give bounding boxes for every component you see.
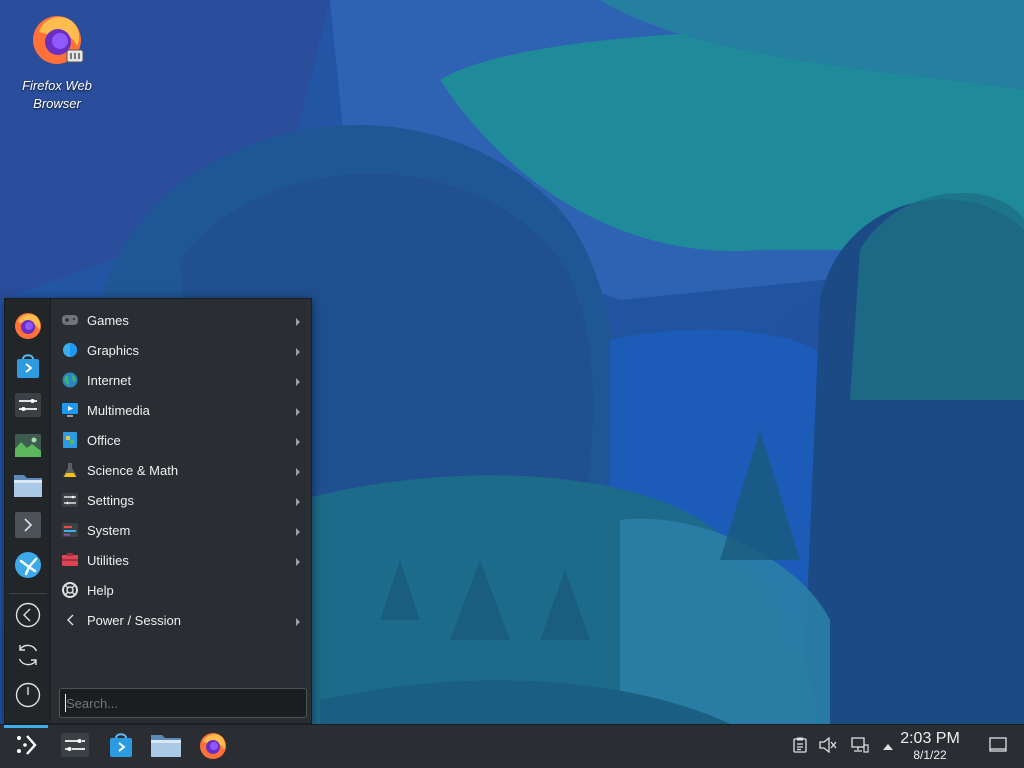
terminal-icon — [14, 511, 42, 544]
chevron-right-icon — [295, 375, 301, 390]
category-system[interactable]: System — [55, 515, 309, 545]
favorite-discover[interactable] — [12, 352, 44, 384]
favorite-kde-connect[interactable] — [12, 551, 44, 583]
clock-time: 2:03 PM — [900, 730, 960, 747]
chevron-right-icon — [295, 615, 301, 630]
show-desktop-button[interactable] — [978, 725, 1018, 768]
games-icon — [62, 312, 78, 328]
chevron-right-icon — [295, 435, 301, 450]
task-firefox[interactable] — [192, 725, 234, 768]
category-graphics[interactable]: Graphics — [55, 335, 309, 365]
category-settings[interactable]: Settings — [55, 485, 309, 515]
office-icon — [62, 432, 78, 448]
folder-icon — [13, 471, 43, 504]
desktop-icon-firefox[interactable]: Firefox Web Browser — [14, 8, 100, 113]
category-label: Games — [87, 312, 129, 328]
chevron-right-icon — [295, 465, 301, 480]
category-power-session[interactable]: Power / Session — [55, 605, 309, 635]
category-games[interactable]: Games — [55, 305, 309, 335]
firefox-icon — [27, 8, 87, 73]
category-help[interactable]: Help — [55, 575, 309, 605]
show-desktop-icon — [989, 736, 1007, 758]
firefox-icon — [13, 310, 43, 345]
category-label: Science & Math — [87, 462, 179, 478]
taskbar-panel: 2:03 PM 8/1/22 — [0, 724, 1024, 768]
favorite-system-settings[interactable] — [12, 391, 44, 423]
category-label: Graphics — [87, 342, 140, 358]
system-icon — [62, 522, 78, 538]
category-utilities[interactable]: Utilities — [55, 545, 309, 575]
power-icon — [15, 682, 41, 713]
favorite-spectacle[interactable] — [12, 431, 44, 463]
favorites-sidebar — [5, 299, 51, 723]
discover-store-icon — [15, 352, 41, 385]
task-system-settings[interactable] — [54, 725, 96, 768]
chevron-right-icon — [295, 315, 301, 330]
desktop-icon-label-line1: Firefox Web — [22, 78, 92, 93]
favorite-konsole[interactable] — [12, 511, 44, 543]
graphics-icon — [62, 342, 78, 358]
favorite-firefox[interactable] — [12, 311, 44, 343]
category-multimedia[interactable]: Multimedia — [55, 395, 309, 425]
application-launcher-menu: Games Graphics Internet Multimedia Offic… — [4, 298, 312, 724]
image-viewer-icon — [14, 431, 42, 464]
digital-clock[interactable]: 2:03 PM 8/1/22 — [892, 729, 968, 763]
chevron-right-icon — [295, 555, 301, 570]
category-label: Power / Session — [87, 612, 181, 628]
category-label: Help — [87, 582, 114, 598]
logout-button[interactable] — [12, 601, 44, 633]
application-launcher-button[interactable] — [5, 725, 47, 768]
multimedia-icon — [62, 402, 78, 418]
network-icon — [851, 736, 869, 758]
task-discover[interactable] — [100, 725, 142, 768]
category-label: Utilities — [87, 552, 129, 568]
discover-store-icon — [108, 731, 134, 764]
category-label: Multimedia — [87, 402, 150, 418]
folder-icon — [150, 731, 182, 764]
category-science-math[interactable]: Science & Math — [55, 455, 309, 485]
task-dolphin[interactable] — [145, 725, 187, 768]
science-icon — [62, 462, 78, 478]
kde-launcher-icon — [13, 732, 39, 763]
chevron-right-icon — [295, 525, 301, 540]
settings-icon — [60, 731, 90, 764]
shutdown-button[interactable] — [12, 681, 44, 713]
chevron-left-icon — [62, 612, 78, 628]
category-internet[interactable]: Internet — [55, 365, 309, 395]
text-cursor — [65, 694, 66, 712]
search-input[interactable] — [59, 688, 307, 718]
utilities-icon — [62, 552, 78, 568]
chevron-right-icon — [295, 495, 301, 510]
category-label: Internet — [87, 372, 132, 388]
chevron-right-icon — [295, 345, 301, 360]
desktop-icon-label-line2: Browser — [33, 96, 81, 111]
category-list: Games Graphics Internet Multimedia Offic… — [55, 305, 309, 635]
favorite-dolphin[interactable] — [12, 471, 44, 503]
volume-muted-icon — [819, 736, 837, 758]
category-label: Settings — [87, 492, 134, 508]
internet-icon — [62, 372, 78, 388]
clipboard-icon — [793, 737, 807, 758]
settings-icon — [62, 492, 78, 508]
chevron-right-icon — [295, 405, 301, 420]
firefox-icon — [198, 730, 228, 765]
settings-icon — [14, 391, 42, 424]
restart-icon — [15, 642, 41, 673]
logout-icon — [15, 602, 41, 633]
clock-date: 8/1/22 — [913, 748, 947, 762]
category-label: Office — [87, 432, 121, 448]
category-office[interactable]: Office — [55, 425, 309, 455]
restart-button[interactable] — [12, 641, 44, 673]
kde-connect-icon — [14, 551, 42, 584]
category-label: System — [87, 522, 131, 538]
help-icon — [62, 582, 78, 598]
favorites-separator — [9, 593, 47, 594]
